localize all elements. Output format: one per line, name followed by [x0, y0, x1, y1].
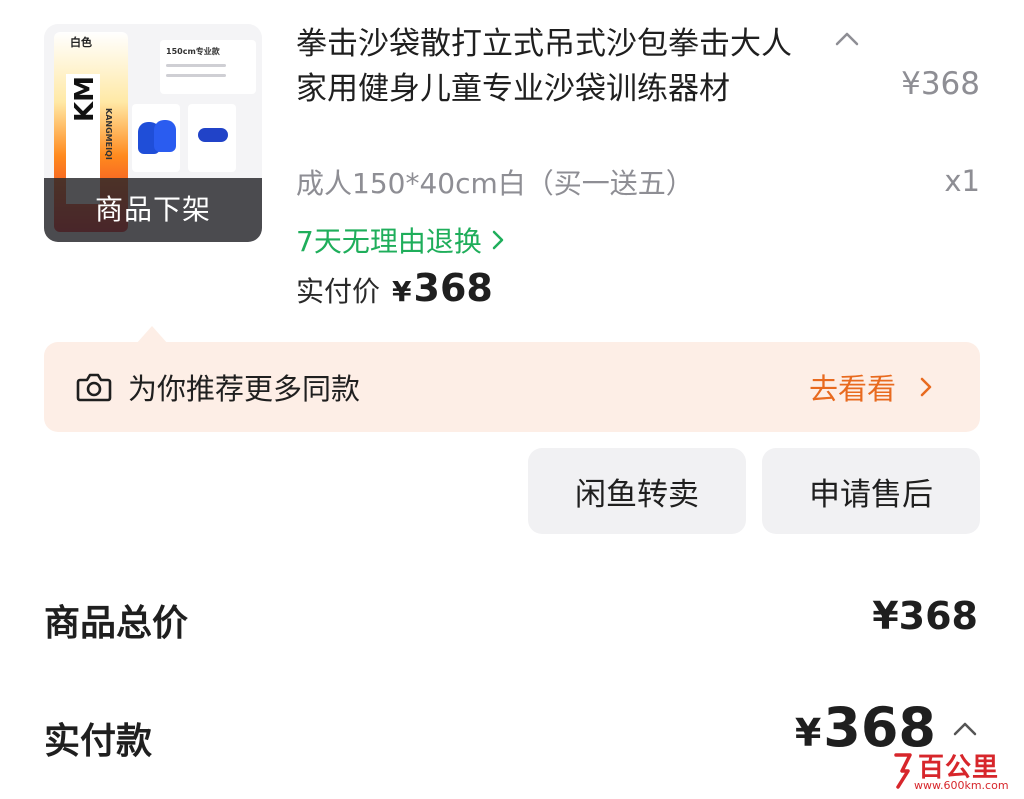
chevron-up-icon[interactable] — [950, 716, 980, 742]
product-sku: 成人150*40cm白（买一送五） — [296, 167, 694, 200]
hand-wrap-image — [198, 128, 228, 142]
view-more-link[interactable]: 去看看 — [809, 366, 934, 408]
unit-price: ¥368 — [901, 66, 980, 102]
item-paid-label: 实付价 — [296, 275, 381, 308]
recommend-banner[interactable]: 为你推荐更多同款 去看看 — [44, 342, 980, 432]
delisted-overlay: 商品下架 — [44, 178, 262, 242]
bag-brand-text: KANGMEIQI — [104, 108, 113, 160]
site-watermark: 百公里 www.600km.com — [892, 747, 1016, 793]
view-more-label: 去看看 — [808, 372, 896, 406]
after-sale-button[interactable]: 申请售后 — [762, 448, 980, 534]
camera-icon — [76, 373, 112, 402]
return-policy-label: 7天无理由退换 — [296, 225, 482, 258]
item-paid-price: 实付价 ¥ 368 — [296, 266, 493, 310]
bag-logo-text: KM — [70, 76, 100, 123]
boxing-glove-image — [154, 120, 176, 152]
paid-amount-currency: ¥ — [794, 711, 822, 755]
chevron-right-icon — [492, 230, 504, 250]
spec-line — [166, 74, 226, 77]
item-paid-amount: 368 — [413, 266, 493, 310]
total-price-label: 商品总价 — [44, 603, 189, 644]
return-policy-link[interactable]: 7天无理由退换 — [296, 220, 506, 260]
paid-amount-label: 实付款 — [44, 721, 153, 762]
watermark-logo-icon — [894, 753, 912, 789]
item-paid-currency: ¥ — [392, 275, 412, 308]
thumbnail-spec-card: 150cm专业款 — [160, 40, 256, 94]
product-thumbnail[interactable]: KM KANGMEIQI 白色 150cm专业款 商品下架 — [44, 24, 262, 242]
chevron-right-icon — [920, 377, 932, 397]
resell-button[interactable]: 闲鱼转卖 — [528, 448, 746, 534]
total-price-value: ¥368 — [872, 594, 978, 638]
watermark-url: www.600km.com — [914, 779, 1009, 792]
product-quantity: x1 — [944, 164, 980, 198]
spec-line — [166, 64, 226, 67]
thumbnail-color-text: 白色 — [70, 36, 92, 49]
chevron-up-icon[interactable] — [832, 24, 862, 54]
thumbnail-spec-title: 150cm专业款 — [166, 47, 220, 56]
recommend-text: 为你推荐更多同款 — [128, 372, 361, 406]
product-title[interactable]: 拳击沙袋散打立式吊式沙包拳击大人家用健身儿童专业沙袋训练器材 — [296, 22, 806, 112]
